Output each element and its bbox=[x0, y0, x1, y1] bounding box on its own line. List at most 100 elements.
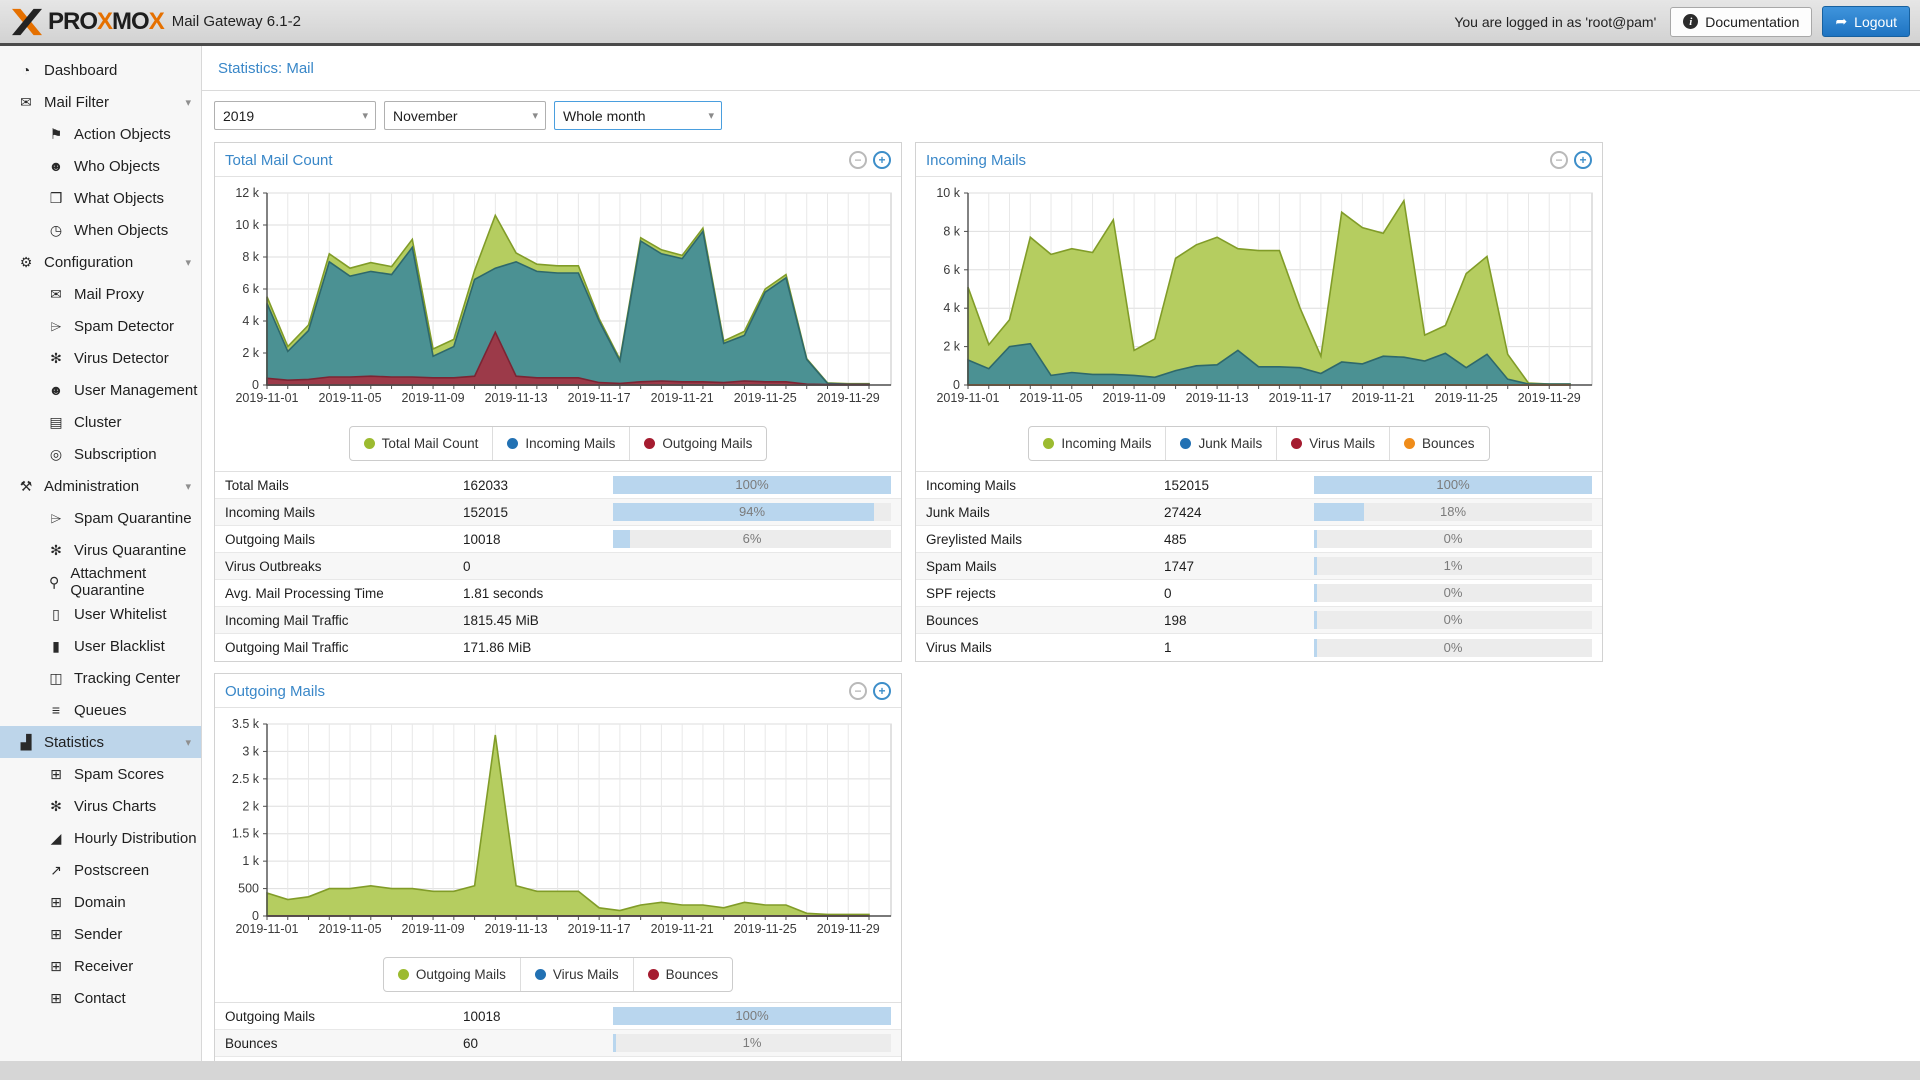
svg-text:6 k: 6 k bbox=[242, 282, 259, 296]
stat-percent-label: 100% bbox=[613, 476, 891, 494]
legend-label: Incoming Mails bbox=[1061, 436, 1151, 451]
sidebar-item-dashboard[interactable]: ◔Dashboard bbox=[0, 54, 201, 86]
stat-label: Incoming Mails bbox=[215, 505, 463, 520]
sidebar-item-user-management[interactable]: ☻User Management bbox=[0, 374, 201, 406]
legend-item-incoming-mails[interactable]: Incoming Mails bbox=[1029, 427, 1165, 460]
expand-panel-icon[interactable]: + bbox=[873, 682, 891, 700]
sidebar-item-spam-quarantine[interactable]: ⌲Spam Quarantine bbox=[0, 502, 201, 534]
sidebar-item-tracking-center[interactable]: ◫Tracking Center bbox=[0, 662, 201, 694]
chevron-down-icon[interactable]: ▾ bbox=[185, 480, 191, 493]
sidebar-item-queues[interactable]: ≡Queues bbox=[0, 694, 201, 726]
sidebar-item-hourly-distribution[interactable]: ◢Hourly Distribution bbox=[0, 822, 201, 854]
area-chart: 05001 k1.5 k2 k2.5 k3 k3.5 k2019-11-0120… bbox=[215, 714, 901, 946]
svg-text:2019-11-13: 2019-11-13 bbox=[485, 391, 548, 405]
sidebar-item-user-blacklist[interactable]: ▮ User Blacklist bbox=[0, 630, 201, 662]
sidebar-item-when-objects[interactable]: ◷When Objects bbox=[0, 214, 201, 246]
legend-dot-icon bbox=[507, 438, 518, 449]
legend-item-outgoing-mails[interactable]: Outgoing Mails bbox=[629, 427, 766, 460]
svg-text:2019-11-21: 2019-11-21 bbox=[1352, 391, 1415, 405]
expand-panel-icon[interactable]: + bbox=[1574, 151, 1592, 169]
table-row: Virus Mails00% bbox=[215, 1057, 901, 1061]
stat-percent-bar: 0% bbox=[1314, 639, 1602, 657]
stat-label: Virus Mails bbox=[916, 640, 1164, 655]
sidebar-item-virus-quarantine[interactable]: ✻Virus Quarantine bbox=[0, 534, 201, 566]
logout-button[interactable]: ➦ Logout bbox=[1822, 6, 1910, 37]
sidebar-item-spam-scores[interactable]: ⊞Spam Scores bbox=[0, 758, 201, 790]
expand-panel-icon[interactable]: + bbox=[873, 151, 891, 169]
sidebar-item-spam-detector[interactable]: ⌲Spam Detector bbox=[0, 310, 201, 342]
stat-percent-label: 0% bbox=[1314, 530, 1592, 548]
area-chart: 02 k4 k6 k8 k10 k2019-11-012019-11-05201… bbox=[916, 183, 1602, 415]
login-status-text: You are logged in as 'root@pam' bbox=[1454, 14, 1656, 30]
stat-percent-bar: 100% bbox=[613, 1007, 901, 1025]
table-row: Outgoing Mails100186% bbox=[215, 526, 901, 553]
sidebar-item-virus-charts[interactable]: ✻Virus Charts bbox=[0, 790, 201, 822]
sidebar-item-mail-filter[interactable]: ✉Mail Filter▾ bbox=[0, 86, 201, 118]
collapse-panel-icon[interactable]: − bbox=[1550, 151, 1568, 169]
sidebar-item-attachment-quarantine[interactable]: ⚲Attachment Quarantine bbox=[0, 566, 201, 598]
sidebar-item-label: User Blacklist bbox=[74, 638, 165, 655]
svg-text:3 k: 3 k bbox=[242, 744, 259, 758]
collapse-panel-icon[interactable]: − bbox=[849, 682, 867, 700]
stat-value: 198 bbox=[1164, 613, 1314, 628]
sidebar-item-postscreen[interactable]: ↗Postscreen bbox=[0, 854, 201, 886]
svg-text:2.5 k: 2.5 k bbox=[232, 772, 260, 786]
legend-item-bounces[interactable]: Bounces bbox=[633, 958, 733, 991]
sidebar-item-action-objects[interactable]: ⚑Action Objects bbox=[0, 118, 201, 150]
legend-item-outgoing-mails[interactable]: Outgoing Mails bbox=[384, 958, 520, 991]
stat-label: Avg. Mail Processing Time bbox=[215, 586, 463, 601]
sidebar-item-sender[interactable]: ⊞Sender bbox=[0, 918, 201, 950]
chevron-down-icon[interactable]: ▾ bbox=[185, 96, 191, 109]
legend-item-virus-mails[interactable]: Virus Mails bbox=[1276, 427, 1389, 460]
svg-text:4 k: 4 k bbox=[242, 314, 259, 328]
sidebar-item-receiver[interactable]: ⊞Receiver bbox=[0, 950, 201, 982]
sidebar-nav: ◔Dashboard✉Mail Filter▾⚑Action Objects☻W… bbox=[0, 46, 202, 1061]
chevron-down-icon[interactable]: ▾ bbox=[185, 256, 191, 269]
legend-item-total-mail-count[interactable]: Total Mail Count bbox=[350, 427, 493, 460]
legend-item-incoming-mails[interactable]: Incoming Mails bbox=[492, 427, 629, 460]
sidebar-item-user-whitelist[interactable]: ▯User Whitelist bbox=[0, 598, 201, 630]
sidebar-item-mail-proxy[interactable]: ✉Mail Proxy bbox=[0, 278, 201, 310]
legend-item-virus-mails[interactable]: Virus Mails bbox=[520, 958, 633, 991]
panel-title: Incoming Mails bbox=[926, 152, 1026, 169]
sidebar-item-cluster[interactable]: ▤Cluster bbox=[0, 406, 201, 438]
month-select[interactable]: November ▾ bbox=[384, 101, 546, 130]
stat-percent-label: 0% bbox=[1314, 584, 1592, 602]
legend-item-bounces[interactable]: Bounces bbox=[1389, 427, 1489, 460]
collapse-panel-icon[interactable]: − bbox=[849, 151, 867, 169]
legend-label: Junk Mails bbox=[1198, 436, 1262, 451]
chart-bar-icon: ▟ bbox=[14, 734, 38, 751]
legend-dot-icon bbox=[1404, 438, 1415, 449]
sidebar-item-statistics[interactable]: ▟Statistics▾ bbox=[0, 726, 201, 758]
sidebar-item-contact[interactable]: ⊞Contact bbox=[0, 982, 201, 1014]
sidebar-item-administration[interactable]: ⚒Administration▾ bbox=[0, 470, 201, 502]
table-icon: ⊞ bbox=[44, 958, 68, 975]
chart-legend: Outgoing MailsVirus MailsBounces bbox=[215, 957, 901, 992]
sidebar-item-label: Cluster bbox=[74, 414, 122, 431]
table-row: Junk Mails2742418% bbox=[916, 499, 1602, 526]
sidebar-item-subscription[interactable]: ◎Subscription bbox=[0, 438, 201, 470]
sidebar-item-configuration[interactable]: ⚙Configuration▾ bbox=[0, 246, 201, 278]
chevron-down-icon[interactable]: ▾ bbox=[185, 736, 191, 749]
legend-dot-icon bbox=[398, 969, 409, 980]
stat-value: 10018 bbox=[463, 532, 613, 547]
sidebar-item-who-objects[interactable]: ☻Who Objects bbox=[0, 150, 201, 182]
stat-percent-bar: 100% bbox=[1314, 476, 1602, 494]
sidebar-item-label: User Whitelist bbox=[74, 606, 167, 623]
table-icon: ⊞ bbox=[44, 926, 68, 943]
sidebar-item-what-objects[interactable]: ❒What Objects bbox=[0, 182, 201, 214]
range-select[interactable]: Whole month ▾ bbox=[554, 101, 722, 130]
file-solid-icon: ▮ bbox=[44, 638, 68, 655]
sidebar-item-domain[interactable]: ⊞Domain bbox=[0, 886, 201, 918]
documentation-button[interactable]: i Documentation bbox=[1670, 7, 1812, 37]
sidebar-item-virus-detector[interactable]: ✻Virus Detector bbox=[0, 342, 201, 374]
panel-total-mail-count: Total Mail Count − + 02 k4 k6 k8 k10 k12… bbox=[214, 142, 902, 662]
svg-text:10 k: 10 k bbox=[936, 186, 960, 200]
legend-item-junk-mails[interactable]: Junk Mails bbox=[1165, 427, 1276, 460]
sidebar-item-label: Action Objects bbox=[74, 126, 171, 143]
svg-text:2019-11-09: 2019-11-09 bbox=[1103, 391, 1166, 405]
stat-percent-bar: 94% bbox=[613, 503, 901, 521]
stat-percent-label: 18% bbox=[1314, 503, 1592, 521]
year-select[interactable]: 2019 ▾ bbox=[214, 101, 376, 130]
legend-dot-icon bbox=[648, 969, 659, 980]
